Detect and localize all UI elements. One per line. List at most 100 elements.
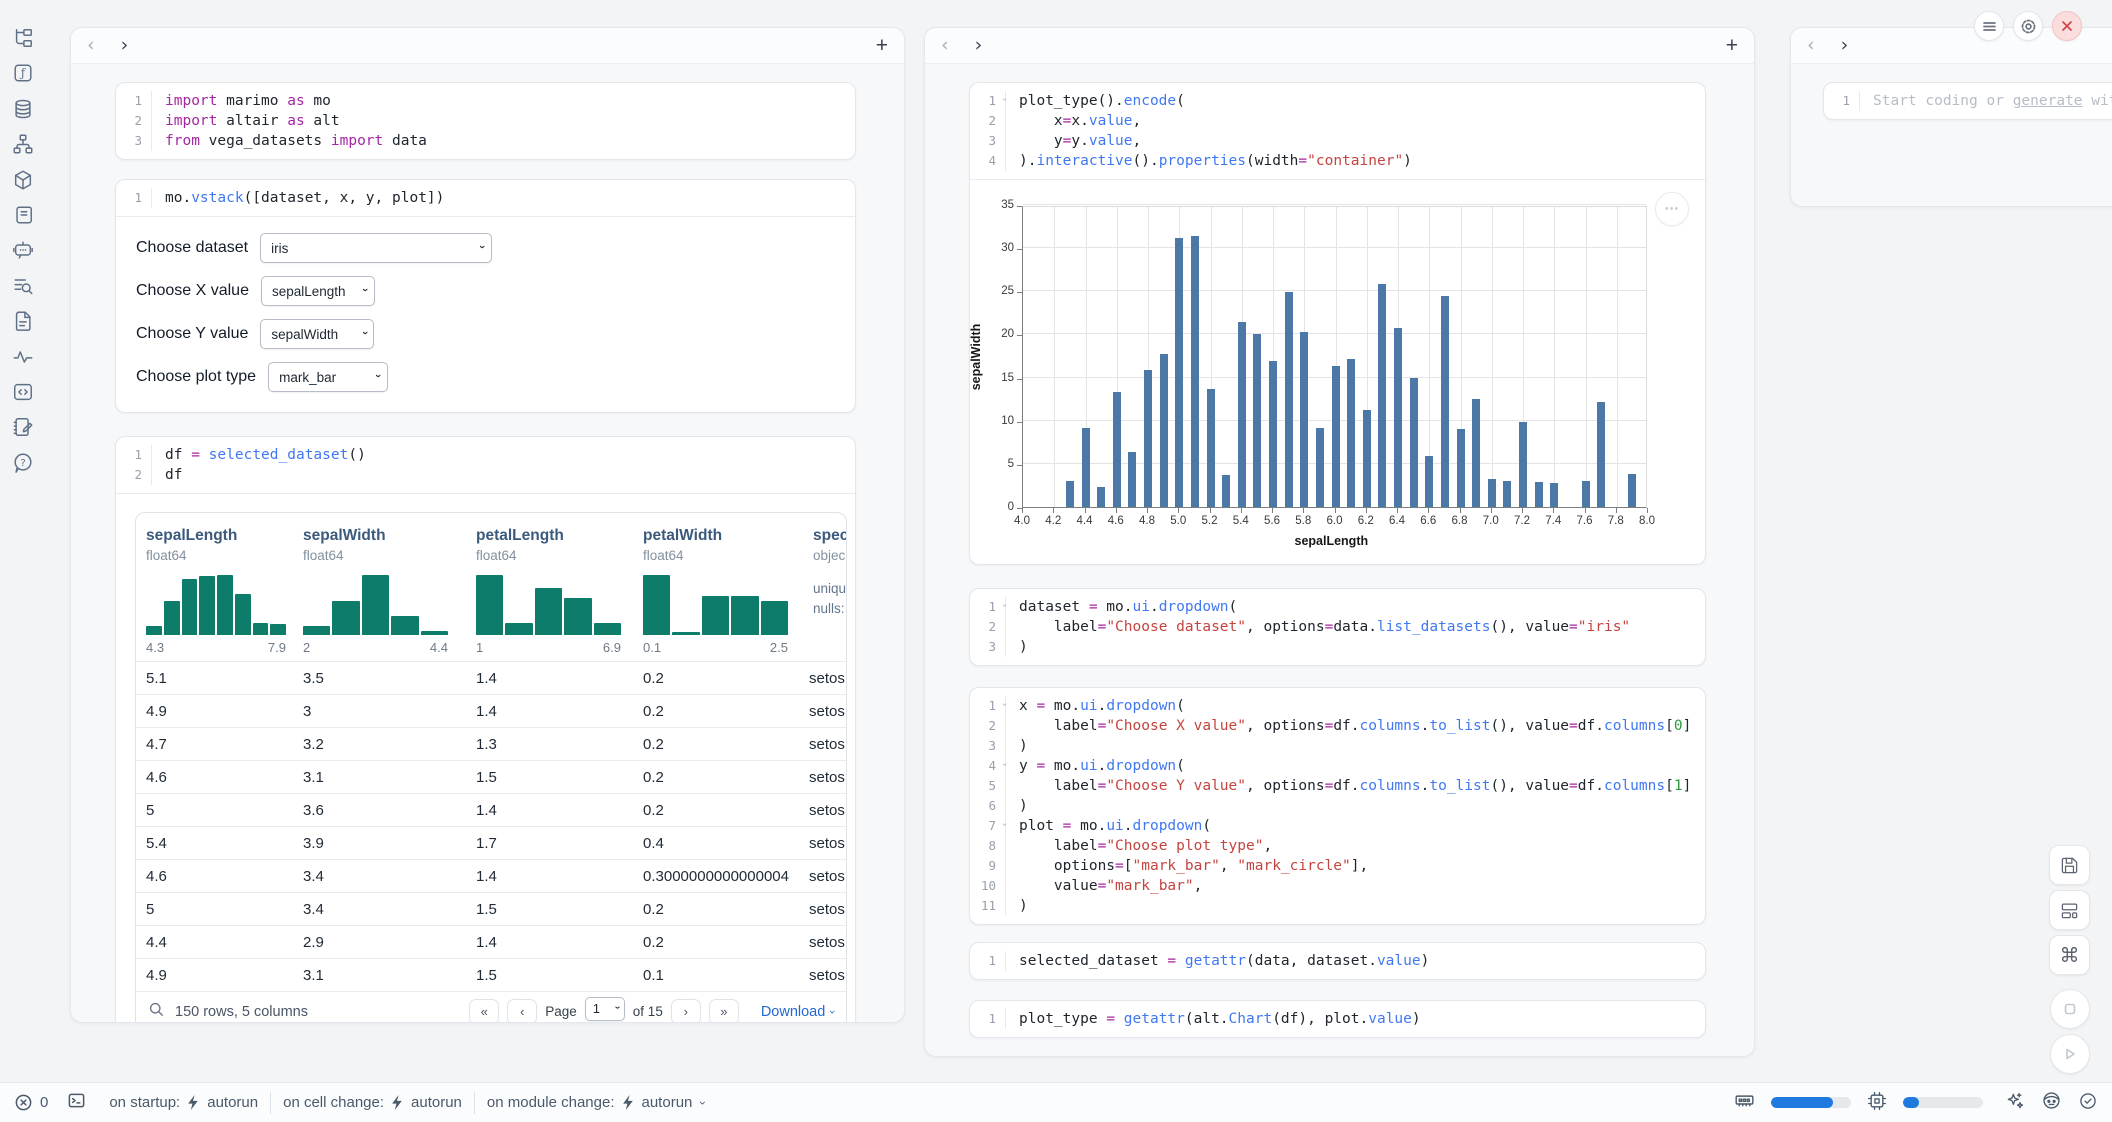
layout-button[interactable] <box>2049 890 2090 930</box>
fold-chevron-icon[interactable]: › <box>999 822 1008 827</box>
dropdown-select[interactable]: sepalLength <box>261 276 375 306</box>
code-editor[interactable]: 1selected_dataset = getattr(data, datase… <box>970 943 1705 979</box>
chart-actions-button[interactable]: ••• <box>1655 192 1689 226</box>
fold-chevron-icon[interactable]: › <box>999 762 1008 767</box>
table-cell: 0.1 <box>633 967 803 984</box>
run-mode-cell-change[interactable]: on cell change:autorun <box>283 1094 462 1111</box>
dropdown-x-value[interactable]: sepalLength› <box>261 276 375 306</box>
scratchpad-cell[interactable]: 1 Start coding or generate with <box>1823 82 2112 120</box>
line-number: 1 <box>116 188 152 208</box>
documentation-icon[interactable] <box>10 308 36 334</box>
help-icon[interactable]: ? <box>10 450 36 476</box>
cell-vstack[interactable]: 1mo.vstack([dataset, x, y, plot])Choose … <box>115 179 856 413</box>
errors-button[interactable]: 0 <box>14 1093 48 1112</box>
packages-icon[interactable] <box>10 167 36 193</box>
run-button[interactable] <box>2050 1034 2090 1074</box>
table-row[interactable]: 4.63.11.50.2setos <box>136 760 846 793</box>
code-editor[interactable]: 1import marimo as mo2import altair as al… <box>116 83 855 159</box>
panel-back-button[interactable]: ‹ <box>87 36 95 55</box>
dependency-graph-icon[interactable] <box>10 131 36 157</box>
table-cell: setos <box>803 934 847 951</box>
scratchpad-icon[interactable] <box>10 414 36 440</box>
dropdown-select[interactable]: mark_bar <box>268 362 388 392</box>
fold-chevron-icon[interactable]: › <box>999 702 1008 707</box>
connection-status-button[interactable] <box>2078 1091 2098 1115</box>
search-button[interactable] <box>148 1001 165 1023</box>
ai-assist-button[interactable] <box>2005 1091 2025 1115</box>
cell-xy-plot-dropdowns[interactable]: 1›x = mo.ui.dropdown(2 label="Choose X v… <box>969 687 1706 925</box>
prev-page-button[interactable]: ‹ <box>507 999 537 1024</box>
add-cell-button[interactable]: + <box>1726 35 1738 56</box>
panel-forward-button[interactable]: › <box>975 36 983 55</box>
code-editor[interactable]: 1›x = mo.ui.dropdown(2 label="Choose X v… <box>970 688 1705 924</box>
altair-bar-chart[interactable]: 051015202530354.04.24.44.64.85.05.25.45.… <box>970 180 1705 564</box>
last-page-button[interactable]: » <box>709 999 739 1024</box>
file-explorer-icon[interactable] <box>10 25 36 51</box>
cell-dataframe[interactable]: 1df = selected_dataset()2dfsepalLengthfl… <box>115 436 856 1023</box>
variables-icon[interactable] <box>10 344 36 370</box>
table-row[interactable]: 53.41.50.2setos <box>136 892 846 925</box>
table-row[interactable]: 5.13.51.40.2setos <box>136 661 846 694</box>
panel-back-button[interactable]: ‹ <box>1807 36 1815 55</box>
panel-left-header: ‹ › + <box>71 28 904 64</box>
dropdown-y-value[interactable]: sepalWidth› <box>260 319 374 349</box>
fold-chevron-icon[interactable]: › <box>999 97 1008 102</box>
dropdown-select[interactable]: iris <box>260 233 492 263</box>
settings-button[interactable] <box>2013 11 2043 41</box>
dropdown-dataset[interactable]: iris› <box>260 233 492 263</box>
dropdown-select[interactable]: sepalWidth <box>260 319 374 349</box>
stop-button[interactable] <box>2050 989 2090 1029</box>
bolt-icon <box>187 1095 200 1110</box>
terminal-button[interactable] <box>67 1091 86 1114</box>
add-cell-button[interactable]: + <box>876 35 888 56</box>
menu-button[interactable] <box>1974 11 2004 41</box>
panel-forward-button[interactable]: › <box>121 36 129 55</box>
datasources-icon[interactable] <box>10 96 36 122</box>
bolt-icon-wrap <box>187 1095 200 1110</box>
fold-chevron-icon[interactable]: › <box>999 603 1008 608</box>
table-row[interactable]: 4.931.40.2setos <box>136 694 846 727</box>
dropdown-plot-type[interactable]: mark_bar› <box>268 362 388 392</box>
table-row[interactable]: 4.42.91.40.2setos <box>136 925 846 958</box>
page-select[interactable]: 1› <box>585 997 625 1024</box>
generate-link[interactable]: generate <box>2013 93 2083 109</box>
cell-plot-type[interactable]: 1plot_type = getattr(alt.Chart(df), plot… <box>969 1000 1706 1038</box>
line-number: 1 <box>116 91 152 111</box>
cell-imports[interactable]: 1import marimo as mo2import altair as al… <box>115 82 856 160</box>
histogram-bar <box>235 594 251 635</box>
table-row[interactable]: 4.73.21.30.2setos <box>136 727 846 760</box>
tracing-icon[interactable] <box>10 273 36 299</box>
cell-selected-dataset[interactable]: 1selected_dataset = getattr(data, datase… <box>969 942 1706 980</box>
save-button[interactable] <box>2049 845 2090 885</box>
logs-icon[interactable] <box>10 202 36 228</box>
chatbot-button[interactable] <box>2041 1090 2062 1115</box>
cell-dataset-dropdown[interactable]: 1›dataset = mo.ui.dropdown(2 label="Choo… <box>969 588 1706 666</box>
run-mode-startup[interactable]: on startup:autorun <box>109 1094 258 1111</box>
table-cell: 5 <box>136 802 293 819</box>
table-row[interactable]: 5.43.91.70.4setos <box>136 826 846 859</box>
x-tick-label: 4.2 <box>1036 515 1070 527</box>
code-editor[interactable]: 1plot_type = getattr(alt.Chart(df), plot… <box>970 1001 1705 1037</box>
snippets-icon[interactable] <box>10 379 36 405</box>
download-button[interactable]: Download› <box>761 1004 834 1020</box>
ai-chat-icon[interactable] <box>10 237 36 263</box>
scratchpad-placeholder[interactable]: Start coding or generate with <box>1860 91 2112 111</box>
table-row[interactable]: 4.63.41.40.3000000000000004setos <box>136 859 846 892</box>
table-row[interactable]: 4.93.11.50.1setos <box>136 958 846 991</box>
chart-bar <box>1066 481 1074 507</box>
table-row[interactable]: 53.61.40.2setos <box>136 793 846 826</box>
functions-icon[interactable]: ƒ <box>10 60 36 86</box>
code-editor[interactable]: 1mo.vstack([dataset, x, y, plot]) <box>116 180 855 216</box>
panel-back-button[interactable]: ‹ <box>941 36 949 55</box>
chart-bar <box>1191 236 1199 507</box>
code-editor[interactable]: 1›dataset = mo.ui.dropdown(2 label="Choo… <box>970 589 1705 665</box>
first-page-button[interactable]: « <box>469 999 499 1024</box>
panel-forward-button[interactable]: › <box>1841 36 1849 55</box>
cell-plot[interactable]: 1›plot_type().encode(2 x=x.value,3 y=y.v… <box>969 82 1706 565</box>
code-editor[interactable]: 1df = selected_dataset()2df <box>116 437 855 493</box>
code-editor[interactable]: 1›plot_type().encode(2 x=x.value,3 y=y.v… <box>970 83 1705 179</box>
keyboard-shortcuts-button[interactable]: ⌘ <box>2049 935 2090 975</box>
close-button[interactable] <box>2052 11 2082 41</box>
next-page-button[interactable]: › <box>671 999 701 1024</box>
run-mode-module-change[interactable]: on module change:autorun› <box>487 1094 705 1111</box>
